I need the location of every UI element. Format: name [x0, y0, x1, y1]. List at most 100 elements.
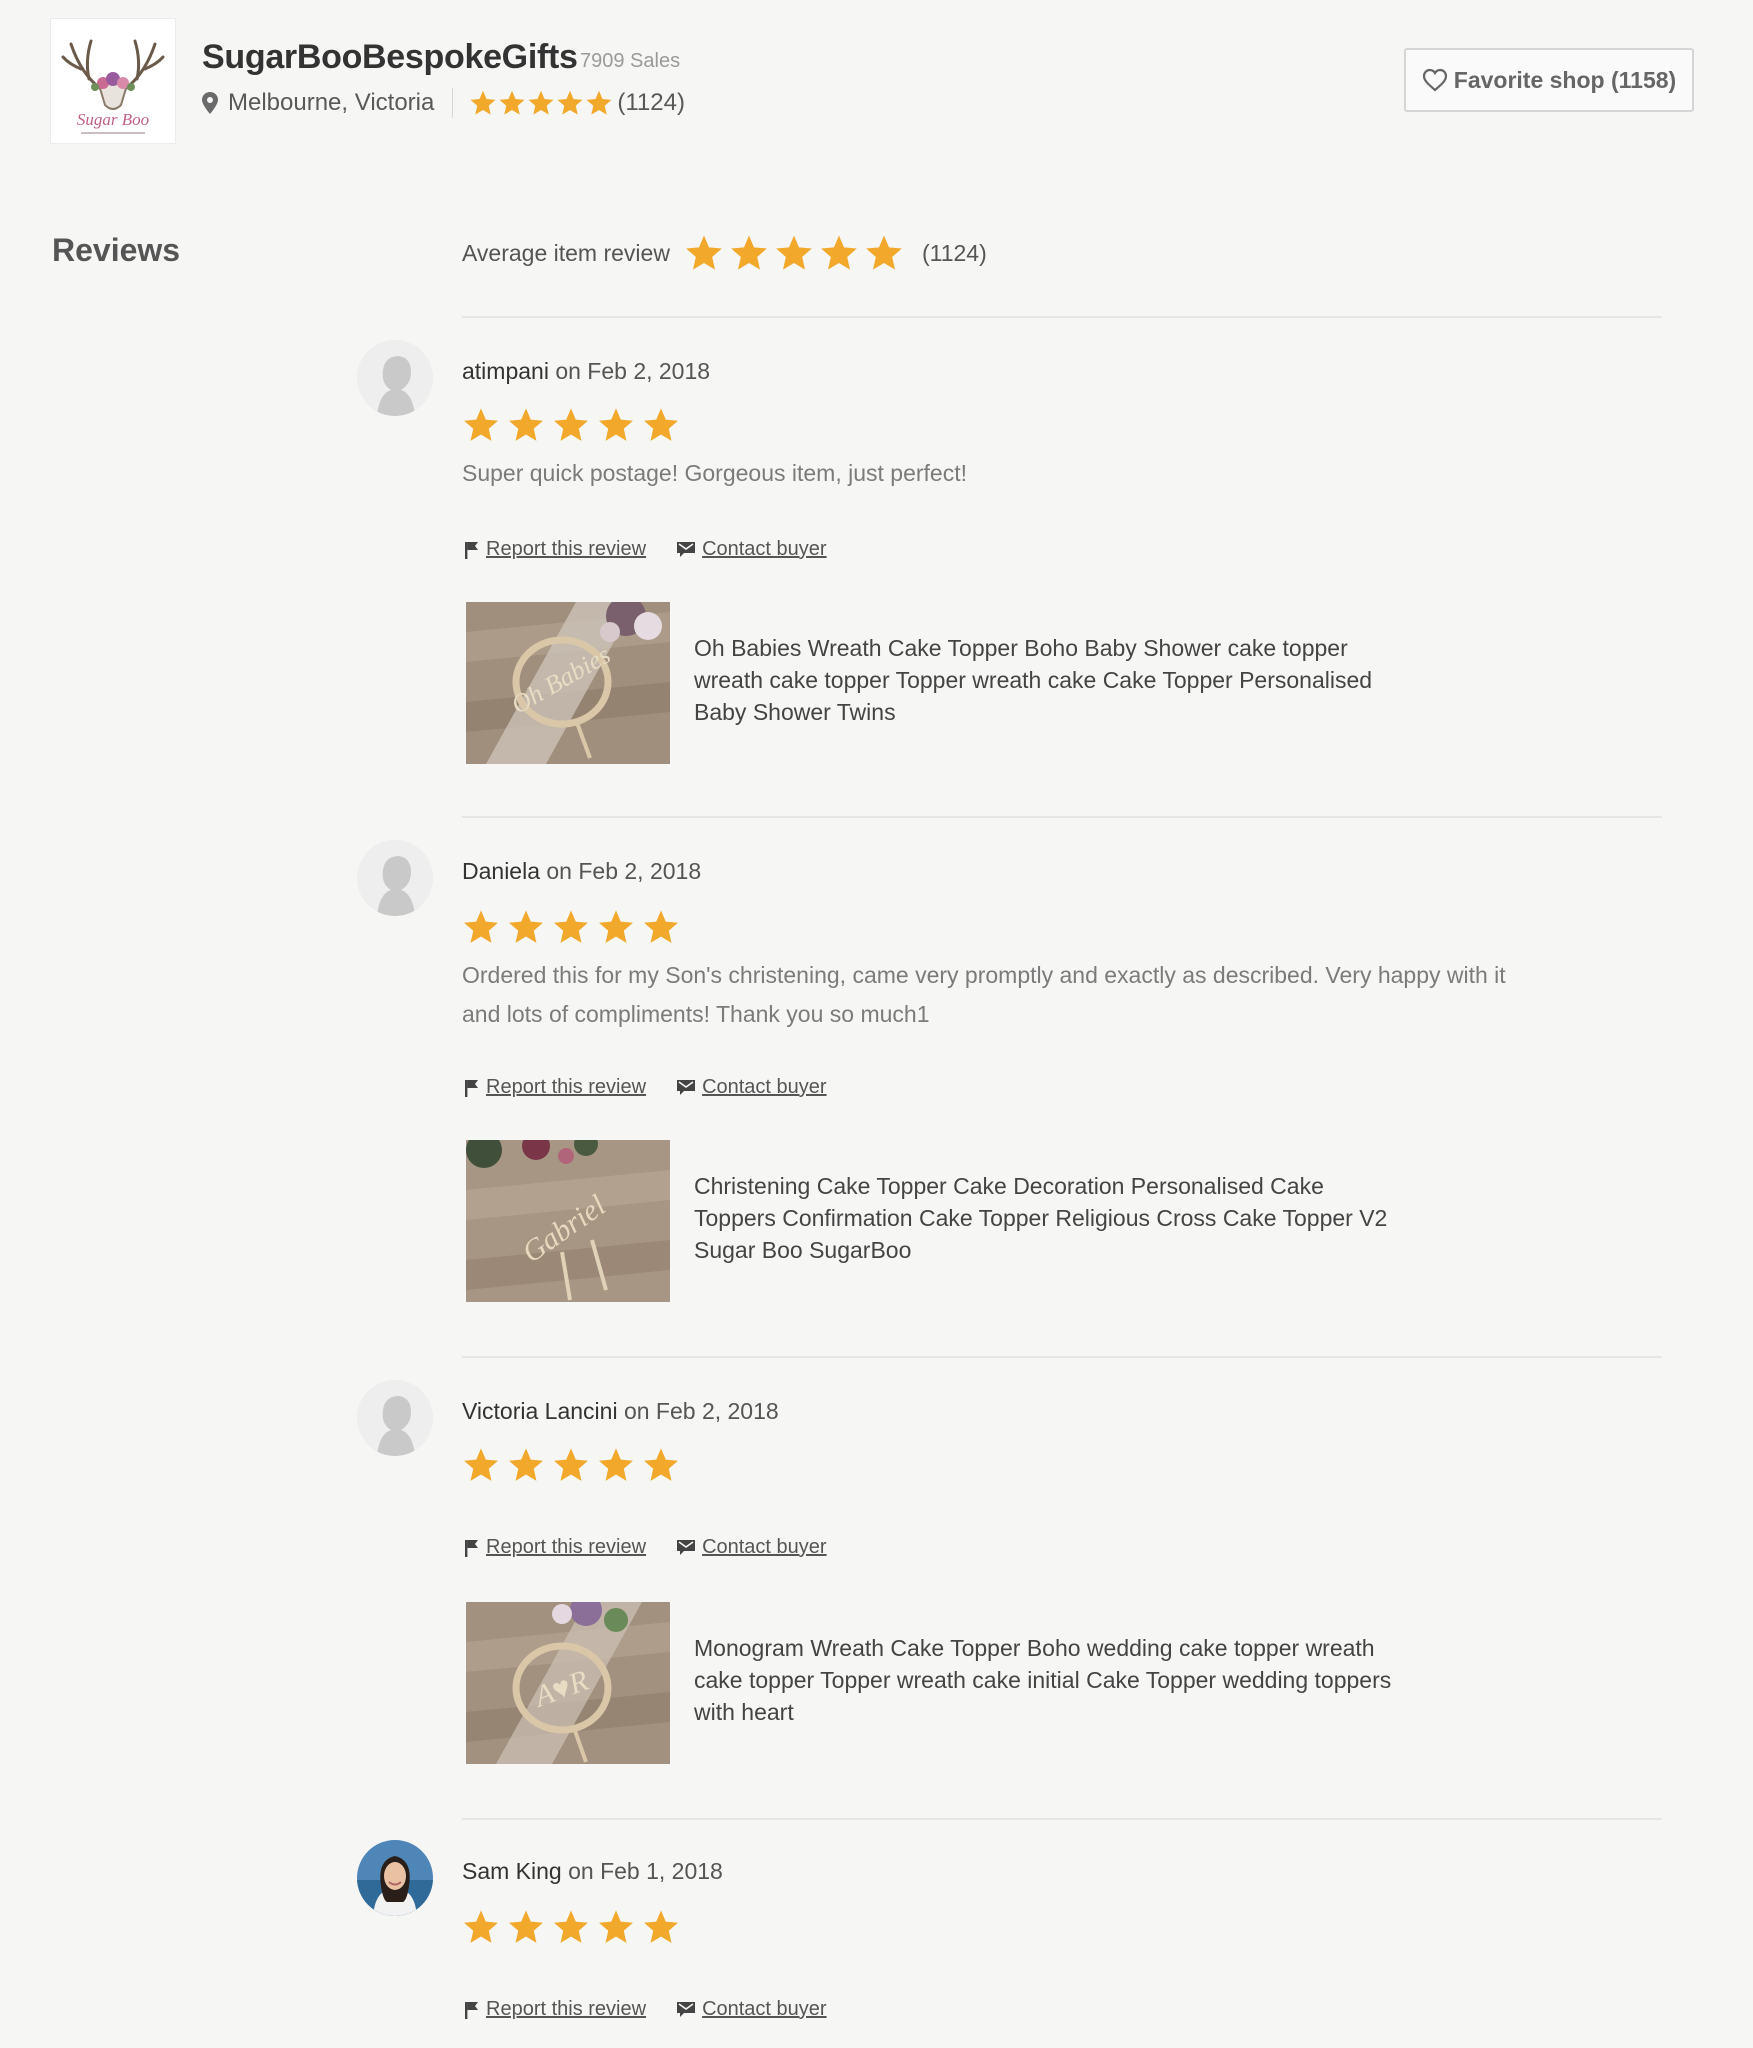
review-text: Super quick postage! Gorgeous item, just…	[462, 460, 967, 486]
favorite-shop-button[interactable]: Favorite shop (1158)	[1404, 48, 1694, 112]
divider	[462, 1356, 1662, 1358]
contact-buyer-link[interactable]: Contact buyer	[676, 538, 827, 561]
divider	[462, 816, 1662, 818]
report-review-label: Report this review	[486, 1536, 647, 1558]
reviews-heading: Reviews	[52, 232, 181, 268]
star-icon	[509, 1910, 543, 1943]
shop-name[interactable]: SugarBooBespokeGifts	[202, 38, 578, 77]
review-date: on Feb 2, 2018	[546, 858, 702, 884]
report-review-link[interactable]: Report this review	[464, 1998, 646, 2021]
star-icon	[821, 235, 857, 270]
meta-separator	[452, 88, 454, 118]
shop-rating-count[interactable]: (1124)	[617, 89, 685, 117]
contact-buyer-link[interactable]: Contact buyer	[676, 1076, 827, 1099]
logo-wordmark: Sugar Boo	[77, 110, 149, 129]
flag-icon	[465, 1079, 478, 1097]
reviewer-avatar[interactable]	[357, 340, 433, 416]
purchased-item-thumbnail[interactable]: Oh Babies	[466, 602, 670, 764]
purchased-item-thumbnail[interactable]: Gabriel	[466, 1140, 670, 1302]
reviewer-avatar[interactable]	[357, 840, 433, 916]
purchased-item-title[interactable]: Monogram Wreath Cake Topper Boho wedding…	[694, 1632, 1394, 1728]
star-icon	[464, 910, 498, 943]
star-icon	[509, 1448, 543, 1481]
shop-header: Sugar Boo SugarBooBespokeGifts 7909 Sale…	[0, 0, 1753, 170]
report-review-link[interactable]: Report this review	[464, 1076, 646, 1099]
star-icon	[554, 1448, 588, 1481]
reviewer-name[interactable]: Sam King	[462, 1858, 562, 1884]
reviewer-avatar[interactable]	[357, 1840, 433, 1916]
review-actions: Report this review Contact buyer	[464, 1998, 827, 2021]
shop-logo[interactable]: Sugar Boo	[50, 18, 176, 144]
star-icon	[644, 1910, 678, 1943]
star-icon	[554, 408, 588, 441]
star-icon	[599, 910, 633, 943]
review-actions: Report this review Contact buyer	[464, 1536, 827, 1559]
contact-buyer-label: Contact buyer	[702, 1998, 827, 2020]
star-icon	[866, 235, 902, 270]
report-review-label: Report this review	[486, 538, 647, 560]
message-icon	[677, 1539, 696, 1555]
review-text: Ordered this for my Son's christening, c…	[462, 962, 1506, 1027]
review-date: on Feb 2, 2018	[623, 1398, 779, 1424]
message-icon	[677, 1079, 696, 1095]
divider	[462, 1818, 1662, 1820]
star-icon	[599, 1448, 633, 1481]
flag-icon	[465, 541, 478, 559]
shop-location: Melbourne, Victoria	[228, 89, 435, 116]
reviewer-line: Daniela on Feb 2, 2018	[462, 858, 701, 885]
reviewer-line: Victoria Lancini on Feb 2, 2018	[462, 1398, 779, 1425]
average-rating-stars	[684, 233, 904, 273]
star-icon	[499, 90, 525, 115]
star-icon	[644, 1448, 678, 1481]
star-icon	[509, 910, 543, 943]
report-review-link[interactable]: Report this review	[464, 538, 646, 561]
contact-buyer-link[interactable]: Contact buyer	[676, 1536, 827, 1559]
star-icon	[528, 90, 554, 115]
review-actions: Report this review Contact buyer	[464, 538, 827, 561]
reviewer-line: Sam King on Feb 1, 2018	[462, 1858, 723, 1885]
purchased-item-title[interactable]: Christening Cake Topper Cake Decoration …	[694, 1170, 1394, 1266]
star-icon	[554, 1910, 588, 1943]
review-date: on Feb 1, 2018	[568, 1858, 723, 1884]
star-icon	[464, 408, 498, 441]
average-review-count: (1124)	[921, 239, 987, 266]
review-rating-stars	[462, 1908, 680, 1946]
shop-rating-stars[interactable]	[469, 89, 613, 117]
report-review-link[interactable]: Report this review	[464, 1536, 646, 1559]
star-icon	[557, 90, 583, 115]
reviewer-name[interactable]: Daniela	[462, 858, 540, 884]
review-rating-stars	[462, 908, 680, 946]
reviewer-name[interactable]: atimpani	[462, 358, 549, 384]
report-review-label: Report this review	[486, 1076, 647, 1098]
favorite-shop-label: Favorite shop (1158)	[1453, 66, 1677, 93]
heart-icon	[1422, 68, 1447, 92]
contact-buyer-label: Contact buyer	[702, 538, 827, 560]
star-icon	[464, 1448, 498, 1481]
star-icon	[464, 1910, 498, 1943]
flag-icon	[465, 2001, 478, 2019]
reviewer-name[interactable]: Victoria Lancini	[462, 1398, 618, 1424]
location-pin-icon	[202, 92, 218, 114]
review-actions: Report this review Contact buyer	[464, 1076, 827, 1099]
star-icon	[509, 408, 543, 441]
purchased-item-title[interactable]: Oh Babies Wreath Cake Topper Boho Baby S…	[694, 632, 1394, 728]
reviewer-avatar[interactable]	[357, 1380, 433, 1456]
star-icon	[599, 408, 633, 441]
star-icon	[470, 90, 496, 115]
flag-icon	[465, 1539, 478, 1557]
star-icon	[644, 910, 678, 943]
message-icon	[677, 2001, 696, 2017]
report-review-label: Report this review	[486, 1998, 647, 2020]
review-date: on Feb 2, 2018	[555, 358, 711, 384]
star-icon	[644, 408, 678, 441]
contact-buyer-link[interactable]: Contact buyer	[676, 1998, 827, 2021]
divider	[462, 316, 1662, 318]
star-icon	[554, 910, 588, 943]
shop-reviews-page: Sugar Boo SugarBooBespokeGifts 7909 Sale…	[0, 0, 1753, 2048]
average-review-label: Average item review	[462, 239, 670, 266]
purchased-item-thumbnail[interactable]: A♥R	[466, 1602, 670, 1764]
review-rating-stars	[462, 406, 680, 444]
star-icon	[776, 235, 812, 270]
star-icon	[586, 90, 612, 115]
shop-sales-count: 7909 Sales	[580, 50, 681, 72]
